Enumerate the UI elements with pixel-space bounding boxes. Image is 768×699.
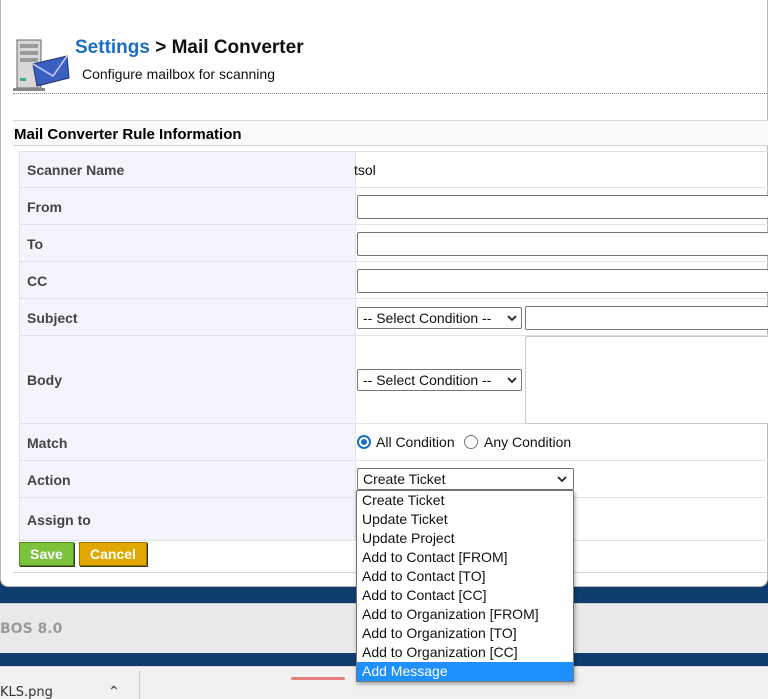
match-label: Match	[27, 435, 68, 451]
to-label: To	[27, 236, 44, 252]
body-condition-value: -- Select Condition --	[363, 372, 492, 388]
action-option[interactable]: Update Project	[357, 529, 573, 548]
cc-row: CC	[19, 262, 768, 299]
action-option-label: Add to Organization [CC]	[362, 644, 518, 660]
chevron-down-icon	[507, 315, 517, 322]
action-option-label: Add to Contact [CC]	[362, 587, 487, 603]
action-dropdown-list[interactable]: Create Ticket Update Ticket Update Project…	[356, 490, 574, 682]
action-option-label: Update Ticket	[362, 511, 448, 527]
scanner-name-label-cell: Scanner Name	[19, 152, 356, 187]
match-all-radio[interactable]	[357, 435, 371, 449]
action-option-label: Add to Contact [FROM]	[362, 549, 508, 565]
action-option-label: Add to Organization [FROM]	[362, 606, 539, 622]
scanner-name-value: tsol	[354, 162, 376, 178]
to-input[interactable]	[357, 232, 768, 256]
action-option[interactable]: Add to Contact [FROM]	[357, 548, 573, 567]
match-row: Match All Condition Any Condition	[19, 424, 768, 461]
scanner-name-row: Scanner Name tsol	[19, 151, 768, 188]
progress-indicator	[291, 677, 345, 680]
action-option-label: Update Project	[362, 530, 455, 546]
match-any-radio[interactable]	[464, 435, 478, 449]
match-label-cell: Match	[19, 424, 356, 460]
action-option-label: Add Message	[362, 663, 448, 679]
action-option-label: Create Ticket	[362, 492, 445, 508]
scanner-name-label: Scanner Name	[27, 162, 125, 178]
save-button[interactable]: Save	[19, 542, 74, 566]
action-label: Action	[27, 472, 71, 488]
subject-condition-value: -- Select Condition --	[363, 310, 492, 326]
from-label-cell: From	[19, 188, 356, 224]
action-option-label: Add to Contact [TO]	[362, 568, 486, 584]
body-condition-select[interactable]: -- Select Condition --	[357, 369, 522, 391]
subject-label-cell: Subject	[19, 299, 356, 335]
action-option[interactable]: Add Message	[357, 662, 573, 681]
action-select-value: Create Ticket	[363, 471, 446, 487]
to-row: To	[19, 225, 768, 262]
action-option[interactable]: Add to Contact [CC]	[357, 586, 573, 605]
download-file-name[interactable]: KLS.png	[0, 685, 53, 699]
page-title: Settings > Mail Converter	[75, 37, 304, 59]
cc-input[interactable]	[357, 269, 768, 293]
action-option[interactable]: Create Ticket	[357, 491, 573, 510]
chevron-down-icon	[557, 476, 567, 483]
action-option[interactable]: Update Ticket	[357, 510, 573, 529]
action-option[interactable]: Add to Organization [TO]	[357, 624, 573, 643]
section-title: Mail Converter Rule Information	[14, 126, 242, 143]
action-label-cell: Action	[19, 461, 356, 497]
header-divider	[13, 93, 768, 95]
breadcrumb-settings-link[interactable]: Settings	[75, 37, 150, 58]
section-header: Mail Converter Rule Information	[13, 120, 768, 146]
page-subtitle: Configure mailbox for scanning	[82, 66, 275, 82]
mail-server-icon	[13, 39, 70, 91]
cc-label: CC	[27, 273, 48, 289]
version-text: BOS 8.0	[0, 621, 63, 637]
chevron-up-icon[interactable]: ⌃	[108, 683, 120, 699]
body-textarea[interactable]	[525, 336, 768, 424]
body-label-cell: Body	[19, 336, 356, 423]
body-row: Body -- Select Condition --	[19, 336, 768, 424]
subject-input[interactable]	[525, 306, 768, 330]
body-label: Body	[27, 372, 62, 388]
to-label-cell: To	[19, 225, 356, 261]
action-select[interactable]: Create Ticket	[357, 468, 574, 490]
divider	[139, 671, 140, 699]
subject-condition-select[interactable]: -- Select Condition --	[357, 307, 522, 329]
cancel-button[interactable]: Cancel	[79, 542, 147, 566]
subject-row: Subject -- Select Condition --	[19, 299, 768, 336]
from-label: From	[27, 199, 62, 215]
action-option[interactable]: Add to Organization [CC]	[357, 643, 573, 662]
action-option-label: Add to Organization [TO]	[362, 625, 517, 641]
subject-label: Subject	[27, 310, 78, 326]
match-all-label[interactable]: All Condition	[376, 434, 455, 450]
breadcrumb-current: Mail Converter	[171, 37, 304, 58]
from-row: From	[19, 188, 768, 225]
breadcrumb-separator: >	[149, 37, 172, 58]
from-input[interactable]	[357, 195, 768, 219]
chevron-down-icon	[507, 377, 517, 384]
action-option[interactable]: Add to Organization [FROM]	[357, 605, 573, 624]
action-option[interactable]: Add to Contact [TO]	[357, 567, 573, 586]
assign-label: Assign to	[27, 512, 91, 528]
assign-label-cell: Assign to	[19, 498, 356, 540]
cc-label-cell: CC	[19, 262, 356, 298]
match-any-label[interactable]: Any Condition	[484, 434, 571, 450]
